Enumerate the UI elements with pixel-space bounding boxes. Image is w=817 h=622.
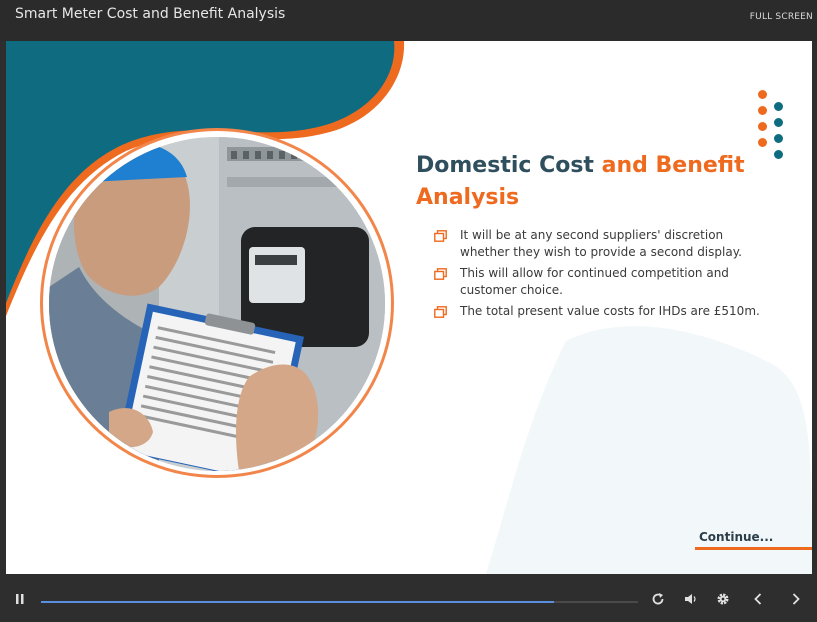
copy-bullet-icon [434,230,447,242]
teal-dot [774,150,783,159]
bullet-text: The total present value costs for IHDs a… [460,304,760,318]
list-item: The total present value costs for IHDs a… [434,303,774,320]
replay-icon [652,593,664,605]
volume-button[interactable] [681,589,701,609]
next-button[interactable] [786,589,806,609]
orange-dot [758,106,767,115]
top-bar: Smart Meter Cost and Benefit Analysis FU… [0,0,817,41]
slide-canvas: Domestic Cost and Benefit Analysis It wi… [6,41,812,574]
orange-dot [758,90,767,99]
bullet-text: It will be at any second suppliers' disc… [460,228,742,259]
settings-icon [717,593,729,605]
slide-heading: Domestic Cost and Benefit Analysis [416,150,746,214]
bullet-list: It will be at any second suppliers' disc… [434,227,774,324]
volume-icon [685,594,696,604]
orange-dot [758,122,767,131]
settings-button[interactable] [713,589,733,609]
teal-dot [774,118,783,127]
pause-button[interactable] [10,589,30,609]
playback-controls [0,574,817,622]
list-item: It will be at any second suppliers' disc… [434,227,774,261]
course-title: Smart Meter Cost and Benefit Analysis [15,6,286,22]
technician-photo [40,128,394,478]
pause-icon [16,594,24,604]
copy-bullet-icon [434,268,447,280]
continue-underline [695,547,812,550]
player-window: Smart Meter Cost and Benefit Analysis FU… [0,0,817,622]
fullscreen-button[interactable]: FULL SCREEN [750,12,813,22]
copy-bullet-icon [434,306,447,318]
teal-dot [774,102,783,111]
bullet-text: This will allow for continued competitio… [460,266,729,297]
next-icon [792,593,800,605]
list-item: This will allow for continued competitio… [434,265,774,299]
replay-button[interactable] [648,589,668,609]
heading-part-dark: Domestic Cost [416,153,602,178]
photo-image [49,137,385,471]
progress-fill [41,601,555,603]
continue-label: Continue... [699,530,774,544]
orange-dot [758,138,767,147]
previous-icon [754,593,762,605]
previous-button[interactable] [748,589,768,609]
continue-button[interactable]: Continue... [695,528,812,550]
progress-bar[interactable] [41,601,638,603]
teal-dot [774,134,783,143]
